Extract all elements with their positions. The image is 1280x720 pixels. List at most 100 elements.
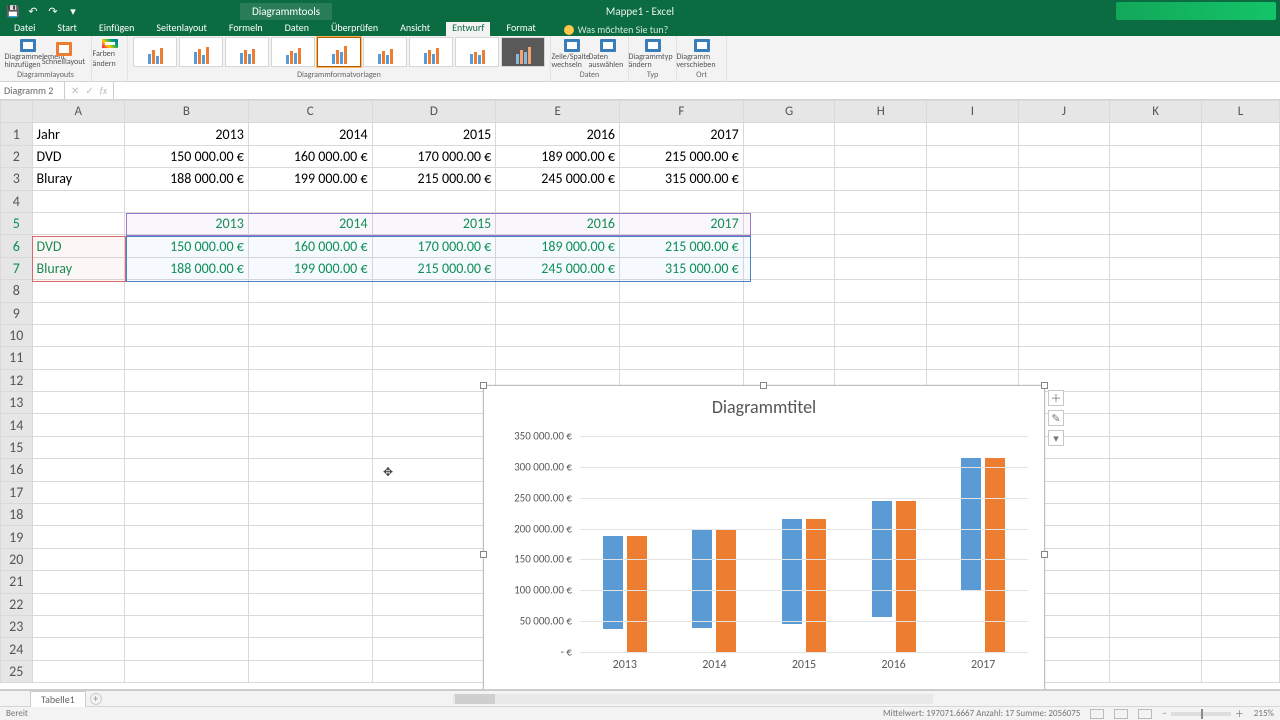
- row-header[interactable]: 14: [1, 414, 33, 436]
- view-normal-button[interactable]: [1090, 709, 1104, 719]
- cell-A10[interactable]: [32, 324, 125, 346]
- col-header-c[interactable]: C: [248, 101, 372, 123]
- cell-D7[interactable]: 215 000.00 €: [372, 257, 496, 279]
- cell-J11[interactable]: [1018, 347, 1110, 369]
- cell-L22[interactable]: [1201, 593, 1279, 615]
- cell-D17[interactable]: [372, 481, 496, 503]
- save-icon[interactable]: 💾: [6, 4, 20, 18]
- row-header[interactable]: 8: [1, 280, 33, 302]
- cell-E1[interactable]: 2016: [496, 123, 620, 145]
- cell-K14[interactable]: [1110, 414, 1202, 436]
- cell-K23[interactable]: [1110, 615, 1202, 637]
- cell-L3[interactable]: [1201, 168, 1279, 190]
- cell-B22[interactable]: [125, 593, 249, 615]
- cell-B25[interactable]: [125, 660, 249, 682]
- cell-L25[interactable]: [1201, 660, 1279, 682]
- col-header-i[interactable]: I: [927, 101, 1019, 123]
- cell-E10[interactable]: [496, 324, 620, 346]
- cell-A19[interactable]: [32, 526, 125, 548]
- resize-handle[interactable]: [480, 551, 487, 558]
- cell-L23[interactable]: [1201, 615, 1279, 637]
- row-header[interactable]: 2: [1, 145, 33, 167]
- chart-style-8[interactable]: [455, 37, 499, 67]
- cell-D16[interactable]: [372, 459, 496, 481]
- cell-K4[interactable]: [1110, 190, 1202, 212]
- cell-D8[interactable]: [372, 280, 496, 302]
- cell-J3[interactable]: [1018, 168, 1110, 190]
- cell-B6[interactable]: 150 000.00 €: [125, 235, 249, 257]
- cell-I9[interactable]: [927, 302, 1019, 324]
- cell-E8[interactable]: [496, 280, 620, 302]
- redo-icon[interactable]: ↷: [46, 4, 60, 18]
- cell-K21[interactable]: [1110, 571, 1202, 593]
- chart-style-1[interactable]: [133, 37, 177, 67]
- col-header-d[interactable]: D: [372, 101, 496, 123]
- cell-I6[interactable]: [927, 235, 1019, 257]
- col-header-a[interactable]: A: [32, 101, 125, 123]
- cell-C13[interactable]: [248, 392, 372, 414]
- row-header[interactable]: 23: [1, 615, 33, 637]
- cell-G2[interactable]: [743, 145, 835, 167]
- cell-A7[interactable]: Bluray: [32, 257, 125, 279]
- cell-B13[interactable]: [125, 392, 249, 414]
- cell-A6[interactable]: DVD: [32, 235, 125, 257]
- cell-D5[interactable]: 2015: [372, 212, 496, 234]
- cell-B7[interactable]: 188 000.00 €: [125, 257, 249, 279]
- row-header[interactable]: 11: [1, 347, 33, 369]
- col-header-h[interactable]: H: [835, 101, 927, 123]
- cell-A24[interactable]: [32, 638, 125, 660]
- cell-G7[interactable]: [743, 257, 835, 279]
- row-header[interactable]: 4: [1, 190, 33, 212]
- cell-B9[interactable]: [125, 302, 249, 324]
- cell-E7[interactable]: 245 000.00 €: [496, 257, 620, 279]
- cell-K8[interactable]: [1110, 280, 1202, 302]
- cell-D10[interactable]: [372, 324, 496, 346]
- cell-L4[interactable]: [1201, 190, 1279, 212]
- cell-C7[interactable]: 199 000.00 €: [248, 257, 372, 279]
- col-header-g[interactable]: G: [743, 101, 835, 123]
- change-colors-button[interactable]: Farben ändern: [93, 39, 127, 69]
- cell-C17[interactable]: [248, 481, 372, 503]
- cell-C23[interactable]: [248, 615, 372, 637]
- resize-handle[interactable]: [480, 382, 487, 389]
- cell-D13[interactable]: [372, 392, 496, 414]
- cell-I11[interactable]: [927, 347, 1019, 369]
- row-header[interactable]: 18: [1, 504, 33, 526]
- cell-C4[interactable]: [248, 190, 372, 212]
- cell-J1[interactable]: [1018, 123, 1110, 145]
- cell-L9[interactable]: [1201, 302, 1279, 324]
- cell-D19[interactable]: [372, 526, 496, 548]
- cell-G8[interactable]: [743, 280, 835, 302]
- move-chart-button[interactable]: Diagramm verschieben: [685, 39, 719, 69]
- cell-L12[interactable]: [1201, 369, 1279, 391]
- cell-C22[interactable]: [248, 593, 372, 615]
- cell-J5[interactable]: [1018, 212, 1110, 234]
- cell-B20[interactable]: [125, 548, 249, 570]
- cell-A8[interactable]: [32, 280, 125, 302]
- cell-K13[interactable]: [1110, 392, 1202, 414]
- cell-C24[interactable]: [248, 638, 372, 660]
- cell-B12[interactable]: [125, 369, 249, 391]
- cell-I7[interactable]: [927, 257, 1019, 279]
- sheet-tab[interactable]: Tabelle1: [30, 691, 86, 707]
- cell-D25[interactable]: [372, 660, 496, 682]
- cell-K3[interactable]: [1110, 168, 1202, 190]
- cell-A2[interactable]: DVD: [32, 145, 125, 167]
- row-header[interactable]: 1: [1, 123, 33, 145]
- cell-B11[interactable]: [125, 347, 249, 369]
- cell-K6[interactable]: [1110, 235, 1202, 257]
- quick-layout-button[interactable]: Schnelllayout: [47, 39, 81, 69]
- col-header-e[interactable]: E: [496, 101, 620, 123]
- cell-F2[interactable]: 215 000.00 €: [620, 145, 744, 167]
- cell-D4[interactable]: [372, 190, 496, 212]
- cell-L13[interactable]: [1201, 392, 1279, 414]
- cell-G10[interactable]: [743, 324, 835, 346]
- resize-handle[interactable]: [1041, 382, 1048, 389]
- cell-D12[interactable]: [372, 369, 496, 391]
- cell-E3[interactable]: 245 000.00 €: [496, 168, 620, 190]
- row-header[interactable]: 12: [1, 369, 33, 391]
- cell-L15[interactable]: [1201, 436, 1279, 458]
- cell-I4[interactable]: [927, 190, 1019, 212]
- cell-C2[interactable]: 160 000.00 €: [248, 145, 372, 167]
- cell-F1[interactable]: 2017: [620, 123, 744, 145]
